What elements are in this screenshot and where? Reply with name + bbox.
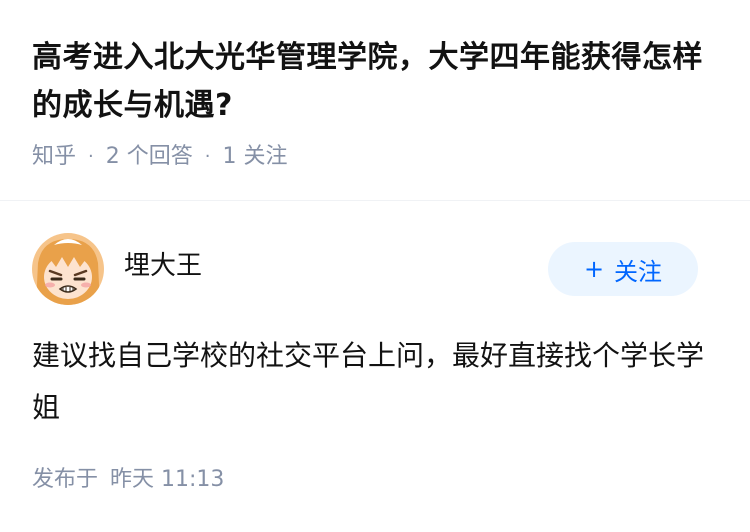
- followers-count[interactable]: 1 关注: [222, 142, 287, 172]
- meta-separator: ·: [88, 146, 94, 167]
- question-header: 高考进入北大光华管理学院，大学四年能获得怎样的成长与机遇? 知乎 · 2 个回答…: [32, 34, 722, 172]
- follow-button-label: 关注: [614, 257, 663, 286]
- source-label[interactable]: 知乎: [32, 142, 76, 172]
- section-divider: [0, 200, 750, 201]
- answer-timestamp: 发布于 昨天 11:13: [32, 465, 224, 495]
- avatar[interactable]: [32, 233, 104, 305]
- follow-button[interactable]: + 关注: [548, 242, 698, 296]
- timestamp-value: 昨天 11:13: [110, 467, 225, 492]
- answer-content[interactable]: 建议找自己学校的社交平台上问，最好直接找个学长学姐: [32, 330, 712, 434]
- question-meta: 知乎 · 2 个回答 · 1 关注: [32, 142, 722, 172]
- meta-separator: ·: [204, 146, 211, 167]
- answer-header: 埋大王 + 关注: [32, 233, 698, 305]
- question-title[interactable]: 高考进入北大光华管理学院，大学四年能获得怎样的成长与机遇?: [32, 34, 722, 130]
- plus-icon: +: [583, 255, 605, 283]
- author-name[interactable]: 埋大王: [124, 245, 202, 282]
- answers-count[interactable]: 2 个回答: [106, 142, 193, 172]
- timestamp-prefix: 发布于: [32, 467, 99, 492]
- anime-girl-avatar-icon: [32, 233, 104, 305]
